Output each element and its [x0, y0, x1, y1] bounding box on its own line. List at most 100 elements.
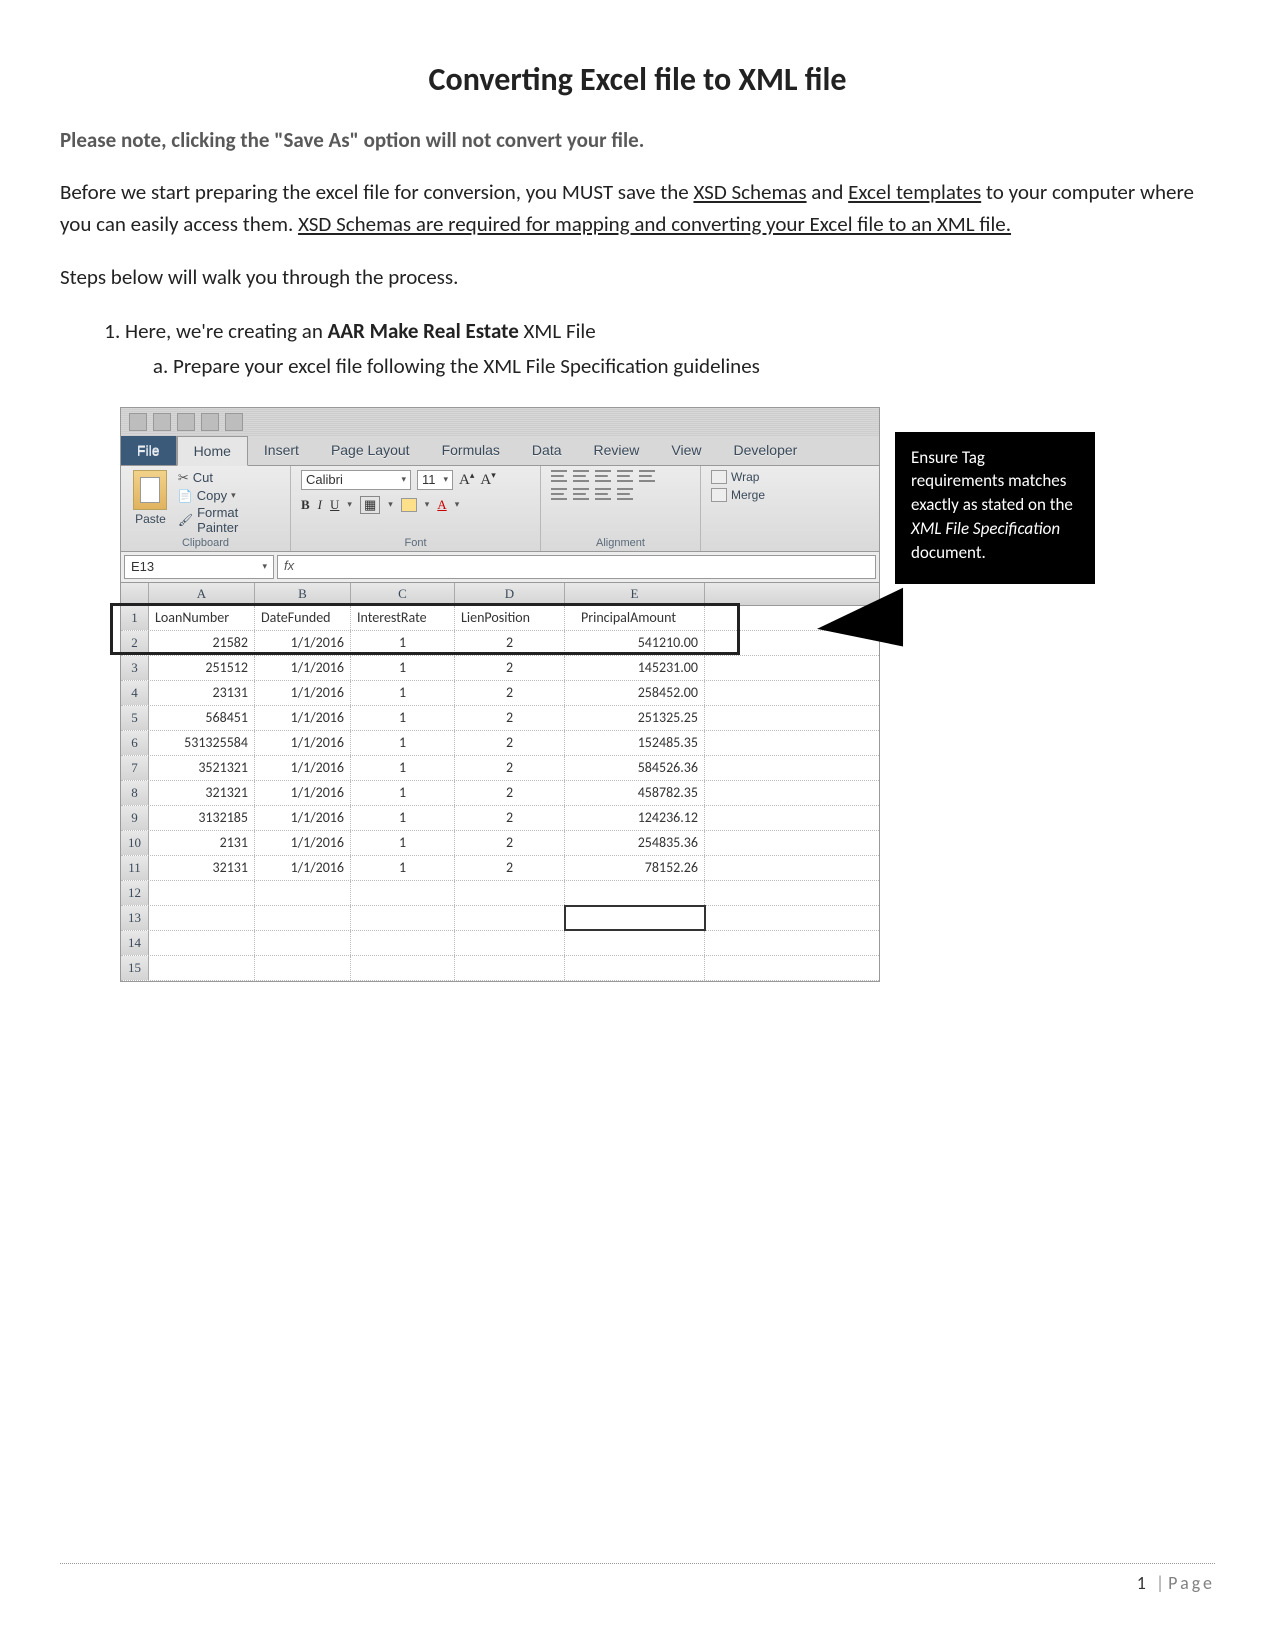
paste-button[interactable]: Paste — [131, 470, 170, 535]
qat-icon[interactable] — [225, 413, 243, 431]
cell[interactable]: 124236.12 — [565, 806, 705, 830]
row-header[interactable]: 12 — [121, 881, 149, 905]
table-row[interactable]: 735213211/1/201612584526.36 — [121, 756, 879, 781]
fill-color-button[interactable] — [401, 498, 417, 512]
cell[interactable] — [565, 931, 705, 955]
table-row[interactable]: 32515121/1/201612145231.00 — [121, 656, 879, 681]
table-row[interactable]: 65313255841/1/201612152485.35 — [121, 731, 879, 756]
indent-inc-icon[interactable] — [617, 488, 633, 500]
cell[interactable] — [565, 881, 705, 905]
row-header[interactable]: 5 — [121, 706, 149, 730]
cell[interactable] — [455, 931, 565, 955]
row-header[interactable]: 4 — [121, 681, 149, 705]
cell[interactable]: 584526.36 — [565, 756, 705, 780]
table-row[interactable]: 2215821/1/201612541210.00 — [121, 631, 879, 656]
cell[interactable]: 1/1/2016 — [255, 631, 351, 655]
col-header-b[interactable]: B — [255, 583, 351, 605]
cell[interactable]: 3521321 — [149, 756, 255, 780]
italic-button[interactable]: I — [318, 497, 322, 513]
cell[interactable]: 1/1/2016 — [255, 681, 351, 705]
tab-home[interactable]: Home — [177, 436, 248, 466]
undo-icon[interactable] — [177, 413, 195, 431]
table-row[interactable]: 15 — [121, 956, 879, 981]
col-header-c[interactable]: C — [351, 583, 455, 605]
cell[interactable]: 1/1/2016 — [255, 806, 351, 830]
cell[interactable]: 2 — [455, 681, 565, 705]
cell[interactable]: 2 — [455, 856, 565, 880]
cell[interactable]: 1 — [351, 806, 455, 830]
cell[interactable]: 2 — [455, 656, 565, 680]
cell[interactable]: 1 — [351, 756, 455, 780]
copy-button[interactable]: Copy ▾ — [178, 488, 280, 503]
cell[interactable]: 531325584 — [149, 731, 255, 755]
indent-dec-icon[interactable] — [595, 488, 611, 500]
cell[interactable]: LoanNumber — [149, 606, 255, 630]
cell[interactable]: 3132185 — [149, 806, 255, 830]
cell[interactable] — [565, 956, 705, 980]
cell[interactable] — [149, 881, 255, 905]
row-header[interactable]: 1 — [121, 606, 149, 630]
align-middle-icon[interactable] — [573, 470, 589, 482]
cell[interactable]: 541210.00 — [565, 631, 705, 655]
font-color-button[interactable]: A — [437, 497, 446, 513]
cell[interactable]: 2 — [455, 806, 565, 830]
tab-page-layout[interactable]: Page Layout — [315, 436, 426, 465]
table-row[interactable]: 14 — [121, 931, 879, 956]
cell[interactable]: 1 — [351, 856, 455, 880]
col-header-e[interactable]: E — [565, 583, 705, 605]
tab-review[interactable]: Review — [578, 436, 656, 465]
cell[interactable] — [255, 956, 351, 980]
row-header[interactable]: 3 — [121, 656, 149, 680]
cell[interactable] — [149, 906, 255, 930]
format-painter-button[interactable]: Format Painter — [178, 505, 280, 535]
cell[interactable]: 321321 — [149, 781, 255, 805]
cell[interactable]: 2 — [455, 731, 565, 755]
row-header[interactable]: 10 — [121, 831, 149, 855]
cell[interactable]: 2 — [455, 706, 565, 730]
cell[interactable] — [455, 956, 565, 980]
row-header[interactable]: 14 — [121, 931, 149, 955]
cell[interactable]: PrincipalAmount — [565, 606, 705, 630]
select-all-corner[interactable] — [121, 583, 149, 605]
cell[interactable] — [351, 931, 455, 955]
orientation-icon[interactable] — [617, 470, 633, 482]
cell[interactable]: 1 — [351, 656, 455, 680]
cell[interactable] — [351, 881, 455, 905]
align-bottom-icon[interactable] — [595, 470, 611, 482]
cell[interactable]: 1 — [351, 731, 455, 755]
cell[interactable]: 1 — [351, 831, 455, 855]
cell[interactable] — [149, 931, 255, 955]
cell[interactable] — [455, 906, 565, 930]
cell[interactable]: 1 — [351, 706, 455, 730]
cell[interactable] — [455, 881, 565, 905]
cell[interactable] — [149, 956, 255, 980]
row-header[interactable]: 11 — [121, 856, 149, 880]
row-header[interactable]: 15 — [121, 956, 149, 980]
spreadsheet-grid[interactable]: A B C D E 1LoanNumberDateFundedInterestR… — [121, 583, 879, 981]
cell[interactable]: 1 — [351, 781, 455, 805]
cell[interactable] — [565, 906, 705, 930]
cell[interactable] — [255, 931, 351, 955]
cell[interactable]: 568451 — [149, 706, 255, 730]
table-row[interactable]: 13 — [121, 906, 879, 931]
tab-formulas[interactable]: Formulas — [426, 436, 516, 465]
cell[interactable]: 2 — [455, 831, 565, 855]
row-header[interactable]: 8 — [121, 781, 149, 805]
row-header[interactable]: 7 — [121, 756, 149, 780]
align-right-icon[interactable] — [573, 488, 589, 500]
cell[interactable]: DateFunded — [255, 606, 351, 630]
grow-font-icon[interactable]: A▴ — [459, 470, 474, 489]
table-row[interactable]: 11321311/1/20161278152.26 — [121, 856, 879, 881]
align-center-icon[interactable] — [551, 488, 567, 500]
shrink-font-icon[interactable]: A▾ — [480, 470, 495, 489]
table-row[interactable]: 1LoanNumberDateFundedInterestRateLienPos… — [121, 606, 879, 631]
table-row[interactable]: 55684511/1/201612251325.25 — [121, 706, 879, 731]
cell[interactable]: 21582 — [149, 631, 255, 655]
cell[interactable]: 251512 — [149, 656, 255, 680]
name-box[interactable]: E13▾ — [124, 555, 274, 579]
table-row[interactable]: 4231311/1/201612258452.00 — [121, 681, 879, 706]
cell[interactable]: 2 — [455, 756, 565, 780]
row-header[interactable]: 9 — [121, 806, 149, 830]
cell[interactable]: 1/1/2016 — [255, 706, 351, 730]
row-header[interactable]: 13 — [121, 906, 149, 930]
